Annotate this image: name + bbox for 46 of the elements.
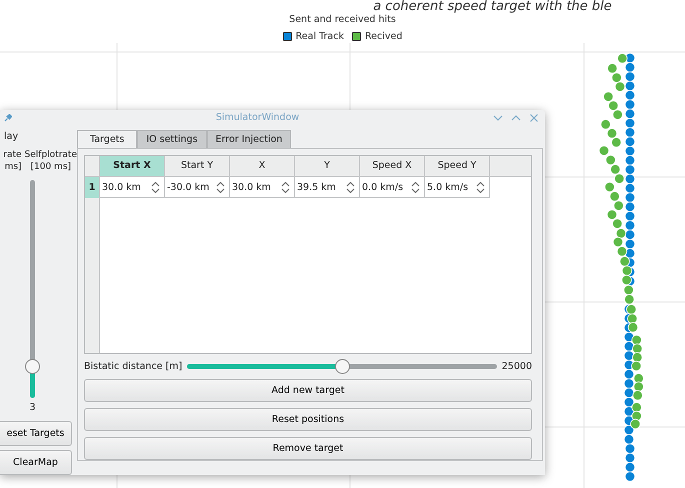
minimize-icon[interactable] — [493, 112, 503, 122]
maximize-icon[interactable] — [511, 112, 521, 122]
vertical-slider[interactable] — [25, 180, 39, 398]
spin-box[interactable]: 5.0 km/s — [425, 177, 490, 198]
push-button[interactable]: Remove target — [84, 437, 532, 460]
slider-label: Bistatic distance [m] — [84, 360, 182, 372]
slider-handle[interactable] — [24, 359, 40, 374]
column-header[interactable]: X — [230, 156, 295, 177]
slider-value: 25000 — [502, 360, 532, 372]
column-header[interactable]: Y — [295, 156, 360, 177]
column-header[interactable]: Start X — [100, 156, 165, 177]
slider-handle[interactable] — [334, 358, 350, 374]
window-title: SimulatorWindow — [214, 112, 300, 123]
spin-box[interactable]: 30.0 km — [230, 177, 295, 198]
up-down-arrows-icon[interactable] — [411, 180, 420, 194]
rate-label: rate ms] — [2, 149, 22, 173]
push-button[interactable]: eset Targets — [0, 421, 72, 446]
legend-label: Real Track — [296, 31, 344, 42]
column-header[interactable]: Start Y — [165, 156, 230, 177]
tab[interactable]: Error Injection — [206, 130, 292, 148]
spin-box[interactable]: 30.0 km — [100, 177, 165, 198]
tab[interactable]: Targets — [77, 130, 138, 148]
spin-box[interactable]: 39.5 km — [295, 177, 360, 198]
chart-title: a coherent speed target with the ble — [373, 0, 612, 13]
tab[interactable]: IO settings — [137, 130, 207, 148]
up-down-arrows-icon[interactable] — [281, 180, 290, 194]
column-header[interactable]: Speed X — [360, 156, 425, 177]
legend-label: Recived — [364, 31, 402, 42]
up-down-arrows-icon[interactable] — [476, 180, 485, 194]
up-down-arrows-icon[interactable] — [216, 180, 225, 194]
chart-subtitle: Sent and received hits — [289, 14, 396, 25]
column-header[interactable]: Speed Y — [425, 156, 490, 177]
slider-value: 3 — [28, 402, 37, 413]
push-button[interactable]: ClearMap — [0, 450, 72, 475]
row-header[interactable]: 1 — [85, 177, 100, 198]
push-button[interactable]: Reset positions — [84, 408, 532, 432]
group-label: lay — [3, 131, 20, 142]
spin-box[interactable]: -30.0 km — [165, 177, 230, 198]
push-button[interactable]: Add new target — [84, 379, 532, 402]
spin-box[interactable]: 0.0 km/s — [360, 177, 425, 198]
up-down-arrows-icon[interactable] — [151, 180, 160, 194]
close-icon[interactable] — [529, 112, 539, 122]
horizontal-slider[interactable] — [187, 359, 497, 374]
selfplot-label: Selfplotrate [100 ms] — [24, 149, 77, 173]
up-down-arrows-icon[interactable] — [346, 180, 355, 194]
pin-icon[interactable] — [4, 114, 12, 122]
